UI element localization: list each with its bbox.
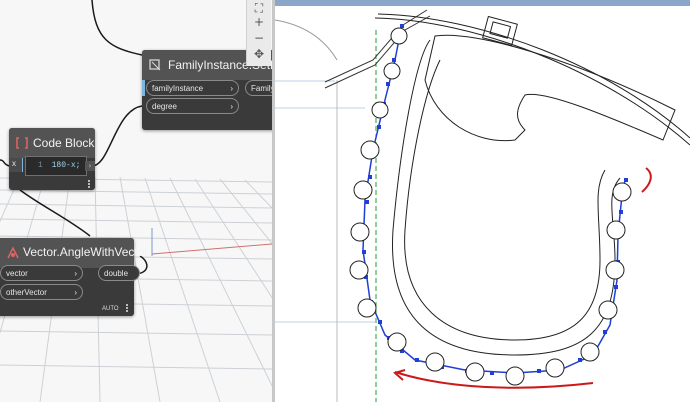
double-output-port[interactable]: double bbox=[98, 265, 140, 281]
port-label: otherVector bbox=[6, 288, 47, 297]
chevron-right-icon: › bbox=[74, 269, 77, 278]
zoom-out-icon[interactable]: − bbox=[253, 32, 265, 44]
degree-input-port[interactable]: degree › bbox=[146, 98, 239, 114]
chevron-right-icon: › bbox=[230, 84, 233, 93]
anglewithvector-node-title: Vector.AngleWithVector bbox=[23, 245, 149, 259]
lacing-badge[interactable]: AUTO bbox=[102, 306, 119, 312]
family-instance-icon bbox=[149, 59, 161, 71]
chevron-right-icon: › bbox=[74, 288, 77, 297]
code-block-node[interactable]: Code Block x 1 180-x; › bbox=[9, 128, 95, 190]
line-number: 1 bbox=[38, 161, 43, 170]
family-output-port[interactable]: Family bbox=[245, 80, 272, 96]
port-label: familyInstance bbox=[152, 84, 204, 93]
code-block-icon bbox=[16, 137, 28, 149]
node-menu-icon[interactable] bbox=[88, 180, 93, 188]
code-block-node-header[interactable]: Code Block bbox=[9, 128, 95, 158]
vector-input-port[interactable]: vector › bbox=[0, 265, 83, 281]
port-label: double bbox=[104, 269, 129, 278]
fit-view-icon[interactable]: ⛶ bbox=[253, 2, 265, 14]
port-label: degree bbox=[152, 102, 177, 111]
vector-icon bbox=[7, 246, 19, 259]
input-port-indicator bbox=[142, 80, 145, 96]
chevron-right-icon: › bbox=[230, 102, 233, 111]
port-label: vector bbox=[6, 269, 28, 278]
anglewithvector-node[interactable]: Vector.AngleWithVector vector › otherVec… bbox=[0, 238, 148, 316]
node-menu-icon[interactable] bbox=[126, 304, 131, 312]
code-block-node-title: Code Block bbox=[33, 136, 95, 150]
othervector-input-port[interactable]: otherVector › bbox=[0, 284, 83, 300]
anglewithvector-node-header[interactable]: Vector.AngleWithVector bbox=[0, 238, 148, 268]
port-label: x bbox=[12, 159, 16, 168]
floor-plan-drawing bbox=[275, 9, 690, 402]
port-label: Family bbox=[251, 84, 272, 93]
revit-plan-view[interactable] bbox=[275, 0, 690, 402]
familyinstance-input-port[interactable]: familyInstance › bbox=[146, 80, 239, 96]
x-input-port[interactable]: x bbox=[9, 158, 23, 172]
code-text: 180-x; bbox=[51, 161, 81, 170]
canvas-navigation-controls: ⛶ + − ✥ bbox=[246, 0, 271, 66]
zoom-in-icon[interactable]: + bbox=[253, 16, 265, 28]
code-editor[interactable]: 1 180-x; bbox=[25, 156, 87, 176]
dynamo-canvas[interactable]: FamilyInstance.SetRot familyInstance › d… bbox=[0, 0, 272, 402]
pan-icon[interactable]: ✥ bbox=[253, 48, 265, 60]
output-port[interactable]: › bbox=[85, 161, 95, 171]
